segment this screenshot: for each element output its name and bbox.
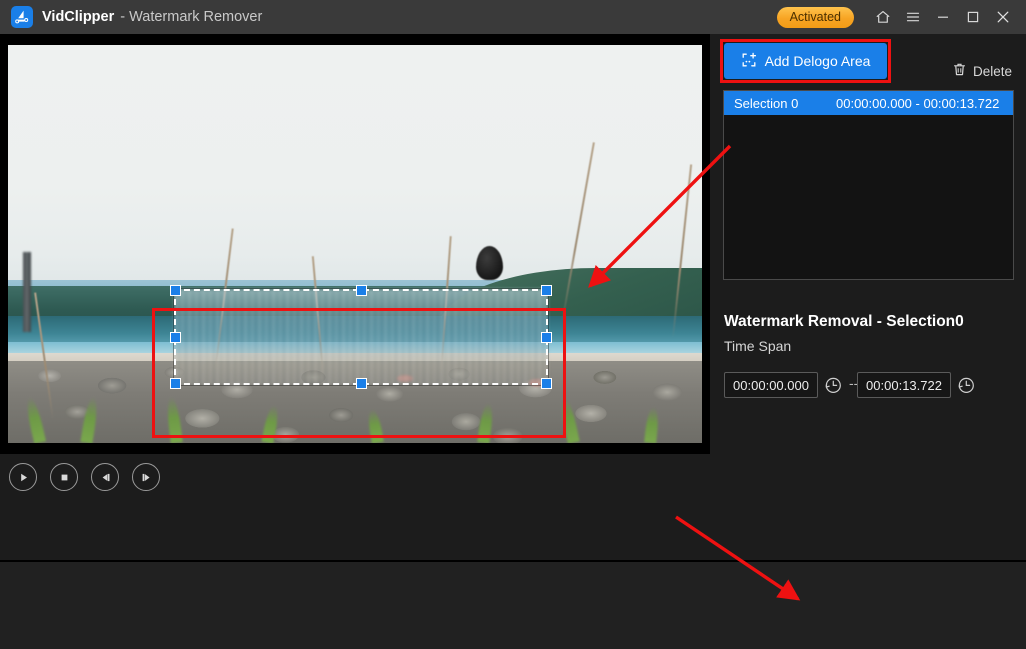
right-panel: Add Delogo Area Delete Selection 0 00:00… bbox=[710, 34, 1026, 561]
clock-reset-icon[interactable] bbox=[823, 375, 843, 395]
add-delogo-area-button[interactable]: Add Delogo Area bbox=[724, 43, 887, 79]
maximize-icon[interactable] bbox=[958, 0, 988, 34]
section-heading: Watermark Removal - Selection0 bbox=[724, 313, 964, 330]
titlebar-controls: Activated bbox=[776, 0, 1026, 34]
stop-button[interactable] bbox=[50, 463, 78, 491]
add-delogo-area-label: Add Delogo Area bbox=[764, 53, 871, 69]
app-name: VidClipper bbox=[42, 9, 115, 25]
time-end-field[interactable]: 00:00:13.722 bbox=[857, 372, 951, 398]
time-start-field[interactable]: 00:00:00.000 bbox=[724, 372, 818, 398]
transport-controls: 00:00:06.680 00:00:13.722 Replace bbox=[0, 455, 710, 505]
title-bar: VidClipper - Watermark Remover Activated bbox=[0, 0, 1026, 34]
hamburger-menu-icon[interactable] bbox=[898, 0, 928, 34]
resize-handle-bottom-right[interactable] bbox=[541, 378, 552, 389]
selection-range: 00:00:00.000 - 00:00:13.722 bbox=[836, 95, 1000, 111]
video-preview-area[interactable] bbox=[0, 34, 710, 454]
sailboat-app-icon bbox=[11, 6, 33, 28]
resize-handle-top-left[interactable] bbox=[170, 285, 181, 296]
scene-post bbox=[22, 251, 31, 332]
resize-handle-bottom-left[interactable] bbox=[170, 378, 181, 389]
vidclipper-window: VidClipper - Watermark Remover Activated bbox=[0, 0, 1026, 649]
list-item[interactable]: Selection 0 00:00:00.000 - 00:00:13.722 bbox=[724, 91, 1013, 115]
minimize-icon[interactable] bbox=[928, 0, 958, 34]
resize-handle-bottom-center[interactable] bbox=[355, 378, 367, 389]
play-icon bbox=[20, 473, 27, 481]
activated-badge[interactable]: Activated bbox=[776, 6, 854, 28]
app-subtitle: - Watermark Remover bbox=[120, 9, 263, 25]
delete-label: Delete bbox=[972, 63, 1012, 79]
scene-sky bbox=[8, 45, 702, 300]
timespan-label: Time Span bbox=[724, 338, 792, 354]
resize-handle-top-right[interactable] bbox=[541, 285, 552, 296]
window-title: VidClipper - Watermark Remover bbox=[42, 9, 262, 25]
bottom-bar: Output: C:\Users\MLoong\Desktop\VidClipp… bbox=[0, 562, 1026, 649]
selection-list[interactable]: Selection 0 00:00:00.000 - 00:00:13.722 bbox=[723, 90, 1014, 280]
next-frame-icon bbox=[142, 473, 150, 481]
previous-frame-button[interactable] bbox=[91, 463, 119, 491]
home-icon[interactable] bbox=[868, 0, 898, 34]
resize-handle-top-center[interactable] bbox=[355, 285, 367, 296]
previous-frame-icon bbox=[102, 473, 109, 481]
next-frame-button[interactable] bbox=[132, 463, 160, 491]
video-frame[interactable] bbox=[8, 45, 702, 443]
clock-reset-icon[interactable] bbox=[956, 375, 976, 395]
stop-icon bbox=[61, 474, 67, 480]
resize-handle-middle-left[interactable] bbox=[170, 331, 181, 343]
close-icon[interactable] bbox=[988, 0, 1018, 34]
trash-icon bbox=[952, 62, 967, 80]
delogo-selection-box[interactable] bbox=[170, 285, 552, 389]
play-button[interactable] bbox=[9, 463, 37, 491]
add-area-icon bbox=[741, 52, 757, 71]
resize-handle-middle-right[interactable] bbox=[541, 331, 552, 343]
selection-name: Selection 0 bbox=[734, 95, 799, 111]
delete-button[interactable]: Delete bbox=[952, 60, 1012, 82]
